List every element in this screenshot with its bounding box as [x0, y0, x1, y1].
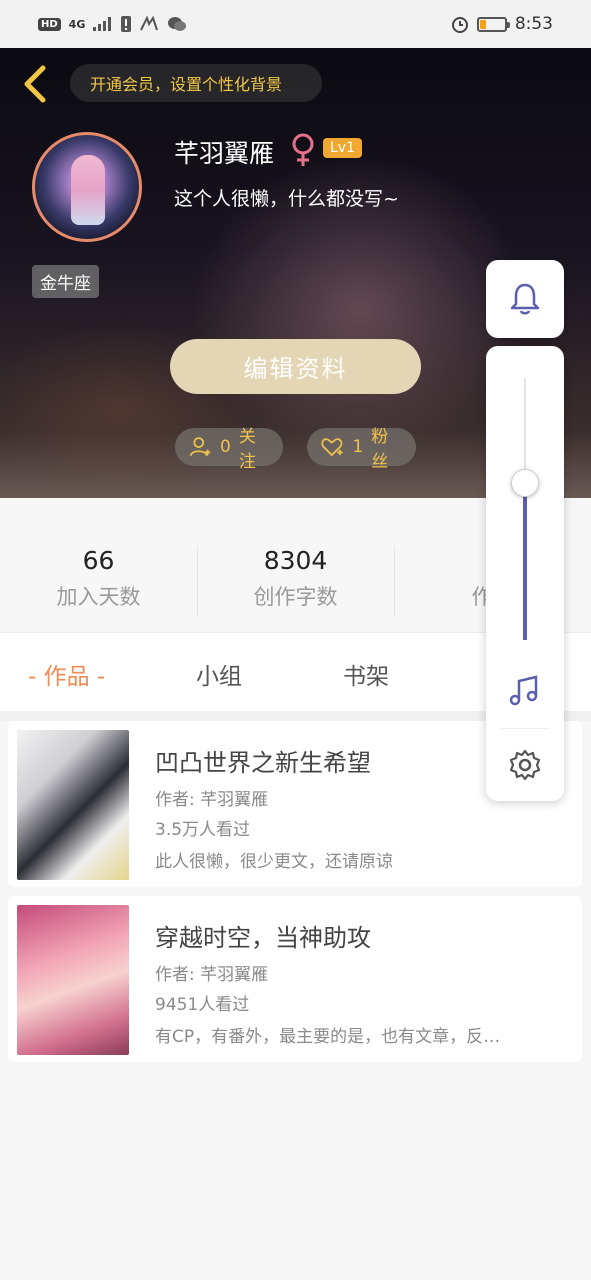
fans-button[interactable]: 1 粉丝 — [307, 427, 416, 472]
gear-icon[interactable] — [508, 748, 542, 782]
alarm-icon — [451, 17, 468, 33]
work-description: 有CP，有番外，最主要的是，也有文章，反… — [155, 1027, 501, 1047]
work-cover — [17, 905, 129, 1055]
status-bar: HD 4G 8:53 — [0, 0, 591, 48]
edit-profile-button[interactable]: 编辑资料 — [170, 339, 421, 394]
user-add-icon — [189, 437, 211, 457]
wechat-icon — [168, 17, 187, 31]
work-description: 此人很懒，很少更文，还请原谅 — [155, 852, 393, 872]
work-author: 作者: 芊羽翼雁 — [155, 790, 269, 810]
signal-icon — [93, 17, 112, 31]
volume-slider-fill — [523, 482, 527, 640]
work-title: 穿越时空，当神助攻 — [155, 924, 371, 952]
tab-works[interactable]: - 作品 - — [28, 657, 105, 691]
chevron-left-icon — [24, 65, 46, 103]
network-indicator: 4G — [68, 17, 86, 31]
clock: 8:53 — [514, 14, 553, 34]
tab-bookshelf[interactable]: 书架 — [343, 657, 389, 691]
notification-button[interactable] — [486, 260, 564, 338]
bio: 这个人很懒，什么都没写~ — [174, 188, 399, 210]
avatar[interactable] — [32, 132, 142, 242]
volume-panel — [486, 346, 564, 801]
music-icon[interactable] — [508, 674, 542, 708]
stat-word-count: 8304 创作字数 — [253, 546, 338, 609]
fans-label: 粉丝 — [371, 427, 389, 472]
fans-count: 1 — [352, 437, 364, 457]
female-icon — [292, 133, 314, 166]
stat-join-days: 66 加入天数 — [56, 546, 141, 609]
following-label: 关注 — [238, 427, 256, 472]
list-item[interactable]: 穿越时空，当神助攻 作者: 芊羽翼雁 9451人看过 有CP，有番外，最主要的是… — [8, 896, 582, 1062]
work-title: 凹凸世界之新生希望 — [155, 749, 371, 777]
following-button[interactable]: 0 关注 — [175, 427, 283, 472]
app-notification-icon — [140, 16, 159, 31]
back-button[interactable] — [14, 64, 54, 104]
work-cover — [17, 730, 129, 880]
zodiac-tag: 金牛座 — [32, 265, 99, 298]
heart-add-icon — [321, 438, 343, 457]
work-views: 9451人看过 — [155, 995, 250, 1015]
alert-icon — [121, 16, 132, 32]
volume-slider-handle[interactable] — [511, 468, 539, 497]
work-views: 3.5万人看过 — [155, 820, 251, 840]
level-badge: Lv1 — [323, 138, 362, 158]
hd-badge: HD — [38, 17, 61, 31]
bell-icon — [510, 283, 540, 315]
work-author: 作者: 芊羽翼雁 — [155, 965, 269, 985]
vip-banner[interactable]: 开通会员，设置个性化背景 — [70, 64, 322, 102]
username: 芊羽翼雁 — [174, 139, 275, 168]
tab-groups[interactable]: 小组 — [196, 657, 242, 691]
following-count: 0 — [220, 437, 231, 457]
battery-icon — [476, 16, 510, 32]
